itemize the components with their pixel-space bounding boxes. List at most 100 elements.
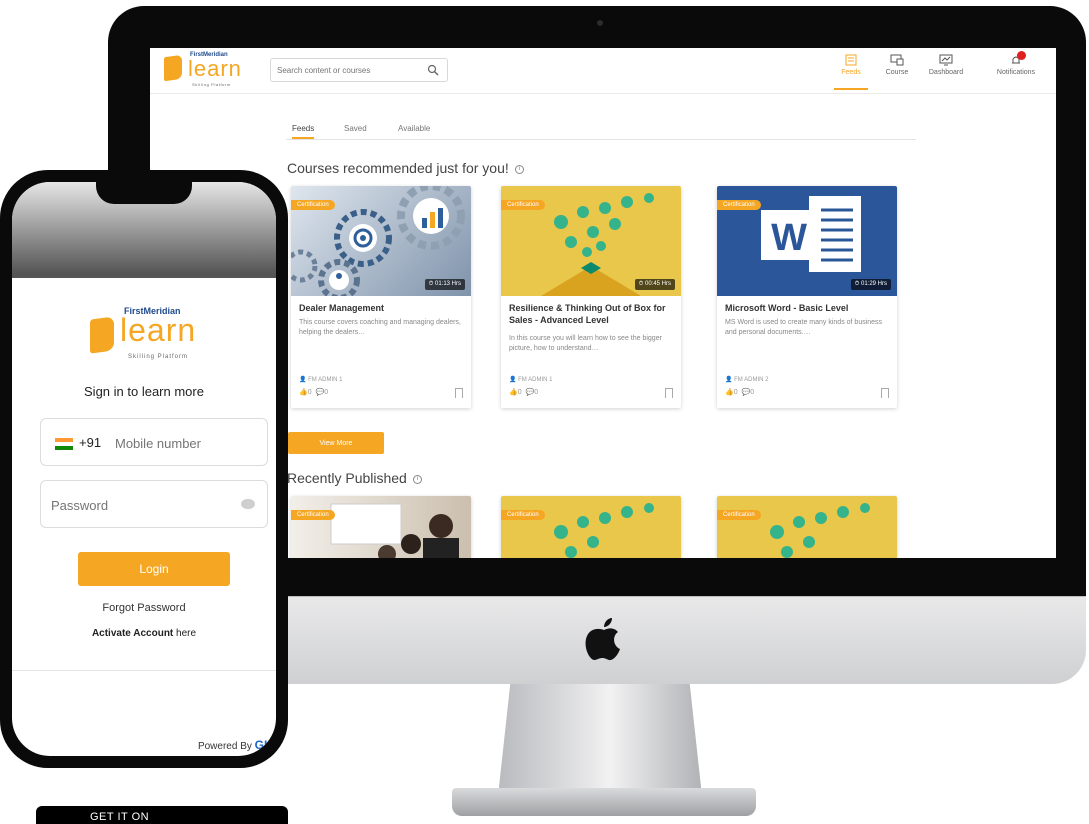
course-thumbnail: W Certification ⏱ 01:29 Hrs — [717, 186, 897, 296]
password-input[interactable] — [51, 495, 231, 515]
mobile-number-input[interactable] — [115, 433, 255, 453]
logo-wordmark: learn — [188, 56, 242, 81]
bulbs-illustration — [554, 503, 654, 558]
forgot-password-link[interactable]: Forgot Password — [12, 602, 276, 614]
activate-account-link[interactable]: Activate Account here — [12, 628, 276, 639]
bell-wrap — [988, 51, 1044, 66]
comment-icon[interactable]: 💬 — [742, 389, 751, 396]
tab-feeds[interactable]: Feeds — [292, 124, 315, 139]
feed-icon — [845, 54, 857, 66]
apple-logo-icon — [585, 618, 620, 661]
course-stats: 👍0 💬0 — [299, 388, 328, 396]
certification-badge: Certification — [501, 200, 545, 210]
course-thumbnail: Certification ⏱ 00:45 Hrs — [501, 186, 681, 296]
view-more-button[interactable]: View More — [288, 432, 384, 454]
duration-value: 00:45 Hrs — [644, 281, 671, 287]
course-card[interactable]: Certification — [291, 496, 471, 558]
comment-icon[interactable]: 💬 — [316, 389, 325, 396]
author-name: FM ADMIN 1 — [518, 377, 553, 383]
nav-dashboard[interactable]: Dashboard — [924, 54, 968, 90]
nav-notifications[interactable]: Notifications — [988, 51, 1044, 90]
duration-label: ⏱ 01:13 Hrs — [424, 279, 465, 290]
logo-wordmark: learn — [120, 312, 197, 348]
course-author: 👤 FM ADMIN 1 — [299, 377, 343, 383]
bookmark-icon[interactable] — [881, 388, 889, 398]
feed-tabs: Feeds Saved Available — [286, 120, 916, 140]
like-icon[interactable]: 👍 — [509, 389, 518, 396]
course-card[interactable]: W Certification ⏱ 01:29 Hrs Microsoft Wo… — [717, 186, 897, 408]
info-icon[interactable]: i — [412, 474, 422, 484]
course-description: MS Word is used to create many kinds of … — [725, 319, 883, 336]
course-card[interactable]: Certification — [501, 496, 681, 558]
duration-value: 01:29 Hrs — [860, 281, 887, 287]
certification-badge: Certification — [291, 200, 335, 210]
imac-stand-base — [452, 788, 756, 816]
certification-badge: Certification — [501, 510, 545, 520]
recent-section-title: Recently Published i — [287, 470, 422, 486]
like-icon[interactable]: 👍 — [299, 389, 308, 396]
comment-count: 0 — [750, 389, 755, 396]
search-box — [270, 58, 448, 82]
divider — [12, 670, 276, 671]
course-author: 👤 FM ADMIN 1 — [509, 377, 553, 383]
phone-screen: FirstMeridian learn Skilling Platform Si… — [12, 182, 276, 756]
logo-subtitle: Skilling Platform — [128, 354, 189, 360]
comment-icon[interactable]: 💬 — [526, 389, 535, 396]
author-name: FM ADMIN 1 — [308, 377, 343, 383]
certification-badge: Certification — [291, 510, 335, 520]
duration-label: ⏱ 00:45 Hrs — [634, 279, 675, 290]
login-button[interactable]: Login — [78, 552, 230, 586]
bookmark-icon[interactable] — [665, 388, 673, 398]
powered-by: Powered By GIC — [198, 738, 276, 752]
google-play-badge[interactable]: GET IT ON — [36, 806, 288, 824]
course-title[interactable]: Dealer Management — [299, 302, 465, 314]
like-icon[interactable]: 👍 — [725, 389, 734, 396]
search-icon[interactable] — [427, 64, 439, 76]
camera-dot — [597, 20, 603, 26]
course-thumbnail: Certification — [501, 496, 681, 558]
activate-account-rest: here — [176, 628, 197, 639]
nav-course-label: Course — [885, 69, 909, 76]
course-card[interactable]: Certification ⏱ 00:45 Hrs Resilience & T… — [501, 186, 681, 408]
info-icon[interactable]: i — [514, 164, 524, 174]
country-code[interactable]: +91 — [79, 435, 101, 450]
search-input[interactable] — [277, 63, 422, 77]
course-icon — [890, 54, 904, 66]
nav-dashboard-label: Dashboard — [928, 69, 964, 76]
bookmark-icon[interactable] — [455, 388, 463, 398]
phone-notch — [96, 182, 192, 204]
india-flag-icon[interactable] — [55, 438, 73, 450]
store-badge-text: GET IT ON — [90, 811, 150, 823]
phone-frame: FirstMeridian learn Skilling Platform Si… — [0, 170, 288, 768]
course-thumbnail: Certification — [717, 496, 897, 558]
like-count: 0 — [307, 389, 312, 396]
nav-feeds-label: Feeds — [841, 69, 861, 76]
tab-available[interactable]: Available — [398, 124, 430, 133]
course-title[interactable]: Microsoft Word - Basic Level — [725, 302, 891, 314]
nav-course[interactable]: Course — [880, 54, 914, 90]
comment-count: 0 — [324, 389, 329, 396]
product-showcase: FirstMeridian learn Skilling Platform Fe… — [0, 0, 1089, 824]
course-description: In this course you will learn how to see… — [509, 335, 662, 352]
duration-value: 01:13 Hrs — [434, 281, 461, 287]
certification-badge: Certification — [717, 510, 761, 520]
notification-badge — [1017, 51, 1026, 60]
course-card[interactable]: Certification — [717, 496, 897, 558]
course-author: 👤 FM ADMIN 2 — [725, 377, 769, 383]
brand-logo[interactable]: FirstMeridian learn Skilling Platform — [164, 52, 264, 90]
signin-title: Sign in to learn more — [84, 384, 204, 399]
tab-saved[interactable]: Saved — [344, 124, 367, 133]
course-description: This course covers coaching and managing… — [299, 319, 461, 336]
like-count: 0 — [517, 389, 522, 396]
nav-notifications-label: Notifications — [996, 69, 1036, 76]
book-icon — [164, 54, 182, 82]
desktop-header: FirstMeridian learn Skilling Platform Fe… — [150, 48, 1056, 94]
like-count: 0 — [733, 389, 738, 396]
imac-stand — [498, 684, 702, 796]
svg-text:W: W — [771, 217, 807, 259]
eye-icon[interactable] — [241, 499, 255, 509]
activate-account-bold: Activate Account — [91, 628, 174, 639]
nav-feeds[interactable]: Feeds — [834, 54, 868, 90]
course-title[interactable]: Resilience & Thinking Out of Box for Sal… — [509, 302, 675, 326]
course-card[interactable]: Certification ⏱ 01:13 Hrs Dealer Managem… — [291, 186, 471, 408]
